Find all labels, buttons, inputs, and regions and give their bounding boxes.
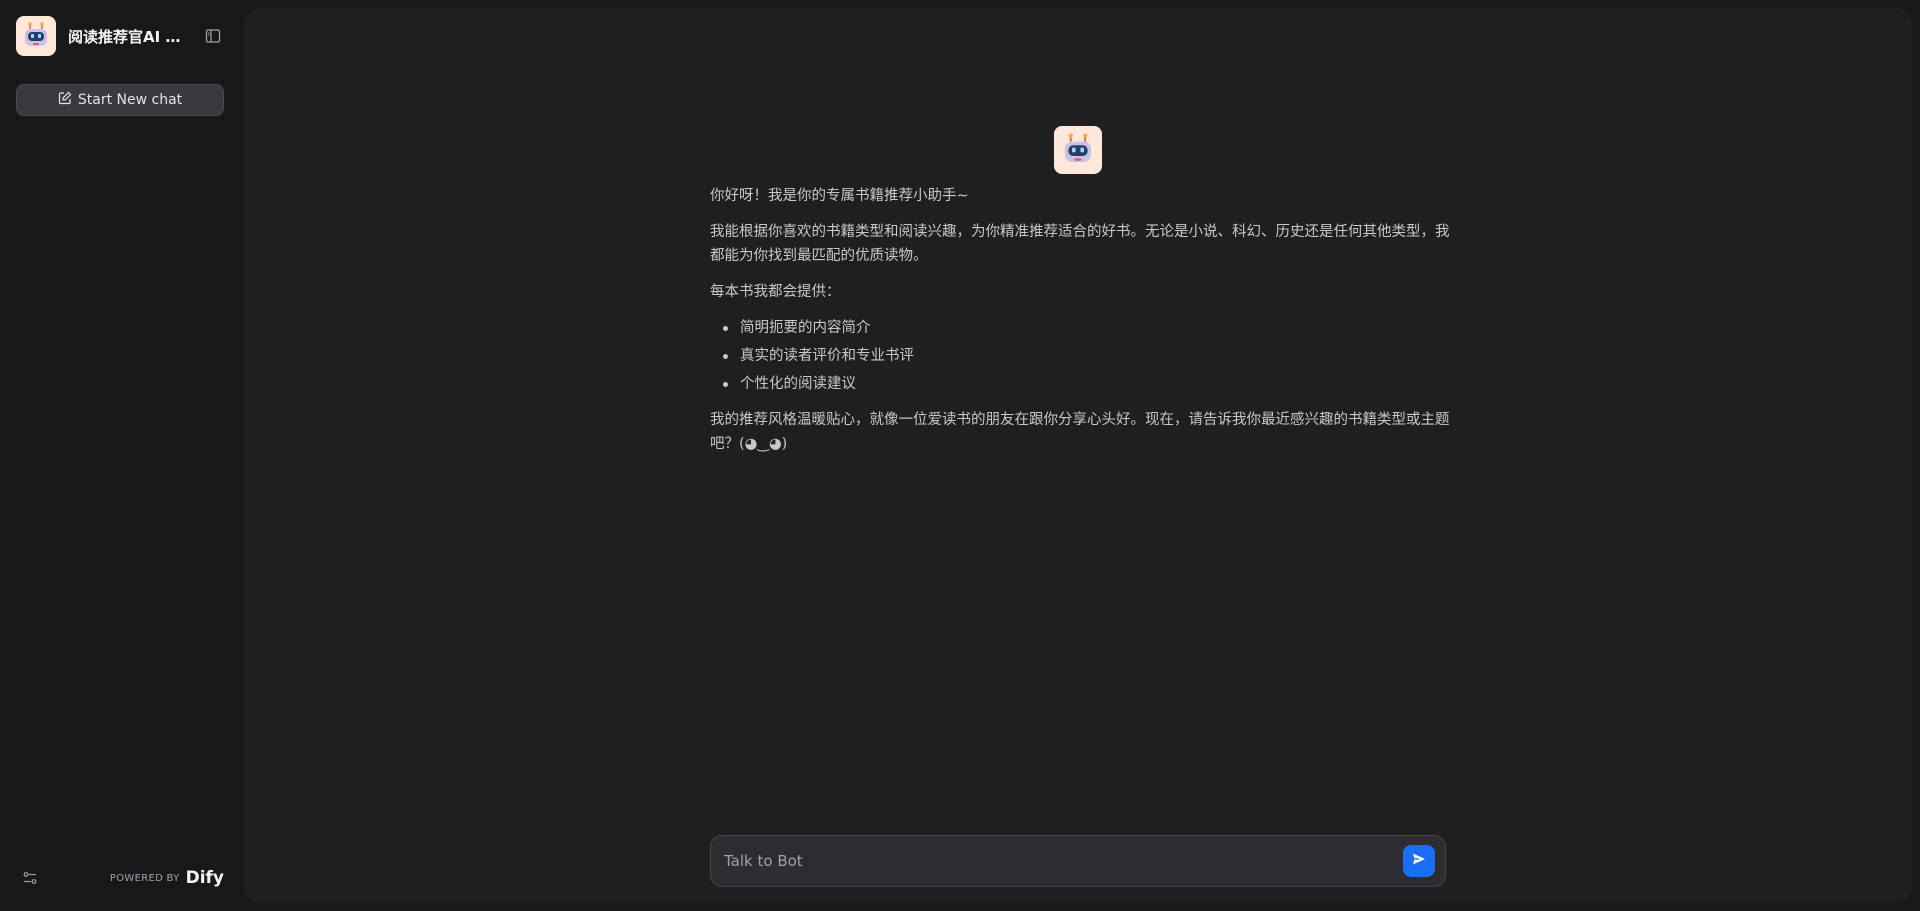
list-item: 简明扼要的内容简介 (710, 316, 1450, 340)
edit-icon (58, 91, 72, 109)
chat-composer (710, 835, 1446, 887)
bot-avatar-icon (1054, 126, 1102, 174)
app-title: 阅读推荐官AI A... (68, 27, 186, 46)
provides-list: 简明扼要的内容简介 真实的读者评价和专业书评 个性化的阅读建议 (710, 316, 1450, 396)
sidebar-header: 阅读推荐官AI A... (16, 16, 226, 56)
send-button[interactable] (1403, 845, 1435, 877)
greeting-text: 你好呀！我是你的专属书籍推荐小助手~ (710, 188, 969, 204)
powered-by[interactable]: POWERED BY Dify (110, 868, 224, 888)
chat-input[interactable] (724, 852, 1403, 870)
new-chat-label: Start New chat (77, 92, 183, 108)
chat-panel: 你好呀！我是你的专属书籍推荐小助手~ 我能根据你喜欢的书籍类型和阅读兴趣，为你精… (244, 8, 1912, 903)
sidebar-footer: POWERED BY Dify (16, 860, 224, 896)
intro-text: 我能根据你喜欢的书籍类型和阅读兴趣，为你精准推荐适合的好书。无论是小说、科幻、历… (710, 224, 1450, 264)
closing-text: 我的推荐风格温暖贴心，就像一位爱读书的朋友在跟你分享心头好。现在，请告诉我你最近… (710, 412, 1450, 452)
app-root: 阅读推荐官AI A... Start New chat POWERED BY D… (0, 0, 1920, 911)
sidebar: 阅读推荐官AI A... Start New chat POWERED BY D… (0, 0, 244, 911)
list-item: 真实的读者评价和专业书评 (710, 344, 1450, 368)
send-icon (1411, 851, 1427, 871)
dify-logo: Dify (185, 868, 224, 888)
powered-by-label: POWERED BY (109, 872, 180, 884)
provides-heading: 每本书我都会提供： (710, 284, 841, 300)
robot-avatar-icon (16, 16, 56, 56)
bot-message: 你好呀！我是你的专属书籍推荐小助手~ 我能根据你喜欢的书籍类型和阅读兴趣，为你精… (710, 184, 1450, 468)
start-new-chat-button[interactable]: Start New chat (16, 84, 224, 116)
sidebar-collapse-icon[interactable] (200, 23, 226, 49)
list-item: 个性化的阅读建议 (710, 372, 1450, 396)
sliders-icon[interactable] (16, 864, 44, 892)
